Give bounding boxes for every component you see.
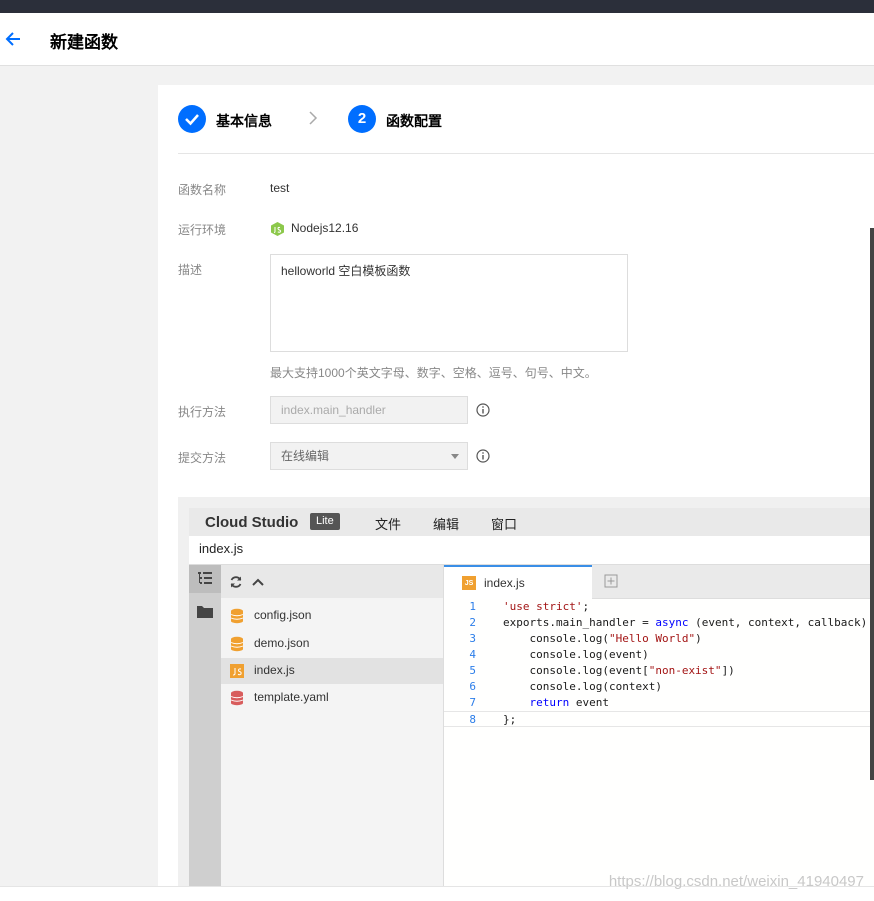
check-icon: [178, 105, 206, 133]
code-line-current: 8};: [444, 711, 874, 727]
file-name: index.js: [254, 663, 295, 677]
page-header: 新建函数: [0, 13, 874, 66]
runtime-label: 运行环境: [178, 223, 227, 237]
file-item[interactable]: config.json: [221, 603, 443, 629]
info-icon[interactable]: [476, 403, 490, 417]
top-bar: [0, 0, 874, 13]
explorer-toolbar: [221, 565, 443, 598]
handler-label: 执行方法: [178, 405, 227, 419]
step-2-label: 函数配置: [386, 113, 442, 129]
ide-container: Cloud Studio Lite 文件 编辑 窗口 index.js conf…: [178, 497, 874, 886]
code-line: 4 console.log(event): [469, 648, 649, 661]
current-file-name: index.js: [199, 541, 244, 556]
code-editor[interactable]: JS index.js 1'use strict'; 2 exports.main…: [444, 565, 874, 886]
code-line: 6 console.log(context): [469, 680, 662, 693]
code-line: 1'use strict';: [469, 600, 590, 613]
step-indicator: 基本信息 2 函数配置: [178, 105, 858, 133]
database-icon: [230, 690, 244, 706]
tab-label: index.js: [484, 576, 525, 590]
code-line: 7 return event: [469, 696, 609, 709]
step-2-number: 2: [348, 105, 376, 133]
file-item[interactable]: demo.json: [221, 631, 443, 657]
explorer-tab[interactable]: [189, 565, 221, 593]
chevron-right-icon: [309, 111, 318, 125]
side-panel-edge: [870, 228, 874, 780]
editor-tab[interactable]: JS index.js: [444, 565, 592, 599]
watermark: https://blog.csdn.net/weixin_41940497: [608, 873, 864, 890]
editor-tab-bar: JS index.js: [444, 565, 874, 599]
handler-input[interactable]: index.main_handler: [270, 396, 468, 424]
menu-file[interactable]: 文件: [375, 514, 401, 533]
collapse-icon[interactable]: [251, 575, 265, 589]
database-icon: [230, 636, 244, 652]
javascript-file-icon: JS: [462, 576, 476, 590]
step-1-label: 基本信息: [216, 113, 272, 129]
folder-icon: [197, 606, 213, 618]
file-item-active[interactable]: index.js: [221, 658, 443, 684]
main-panel: 基本信息 2 函数配置 函数名称 test 运行环境 Nodejs12.16 描…: [158, 85, 874, 886]
description-textarea[interactable]: helloworld 空白模板函数: [270, 254, 628, 352]
submit-method-value: 在线编辑: [281, 449, 330, 463]
javascript-file-icon: [230, 664, 244, 678]
info-icon[interactable]: [476, 449, 490, 463]
folder-tab[interactable]: [189, 598, 221, 626]
lite-badge: Lite: [310, 513, 340, 530]
runtime-value: Nodejs12.16: [291, 221, 359, 235]
name-label: 函数名称: [178, 183, 227, 197]
page-title: 新建函数: [50, 33, 118, 52]
file-item[interactable]: template.yaml: [221, 685, 443, 711]
chevron-down-icon: [451, 454, 459, 459]
submit-method-label: 提交方法: [178, 451, 227, 465]
file-name: config.json: [254, 608, 312, 622]
file-explorer: config.json demo.json index.js template.…: [221, 565, 444, 886]
description-label: 描述: [178, 263, 203, 277]
file-name: template.yaml: [254, 690, 329, 704]
activity-bar: [189, 565, 221, 886]
refresh-icon[interactable]: [229, 575, 243, 589]
menu-edit[interactable]: 编辑: [433, 514, 459, 533]
code-line: 3 console.log("Hello World"): [469, 632, 702, 645]
code-line: 2 exports.main_handler = async (event, co…: [469, 616, 874, 629]
name-value: test: [270, 181, 290, 195]
database-icon: [230, 608, 244, 624]
description-hint: 最大支持1000个英文字母、数字、空格、逗号、句号、中文。: [270, 366, 597, 380]
ide-brand: Cloud Studio: [205, 514, 299, 531]
submit-method-select[interactable]: 在线编辑: [270, 442, 468, 470]
divider: [178, 153, 874, 154]
menu-window[interactable]: 窗口: [491, 514, 517, 533]
file-tree-icon: [198, 572, 212, 584]
ide-menubar: Cloud Studio Lite 文件 编辑 窗口: [189, 508, 874, 537]
add-tab-icon[interactable]: [604, 574, 618, 588]
back-arrow-icon[interactable]: [4, 29, 24, 49]
cloud-studio-ide: Cloud Studio Lite 文件 编辑 窗口 index.js conf…: [189, 508, 874, 886]
code-line: 5 console.log(event["non-exist"]): [469, 664, 735, 677]
file-name: demo.json: [254, 636, 310, 650]
nodejs-icon: [271, 222, 284, 236]
ide-path-bar: index.js: [189, 536, 874, 565]
